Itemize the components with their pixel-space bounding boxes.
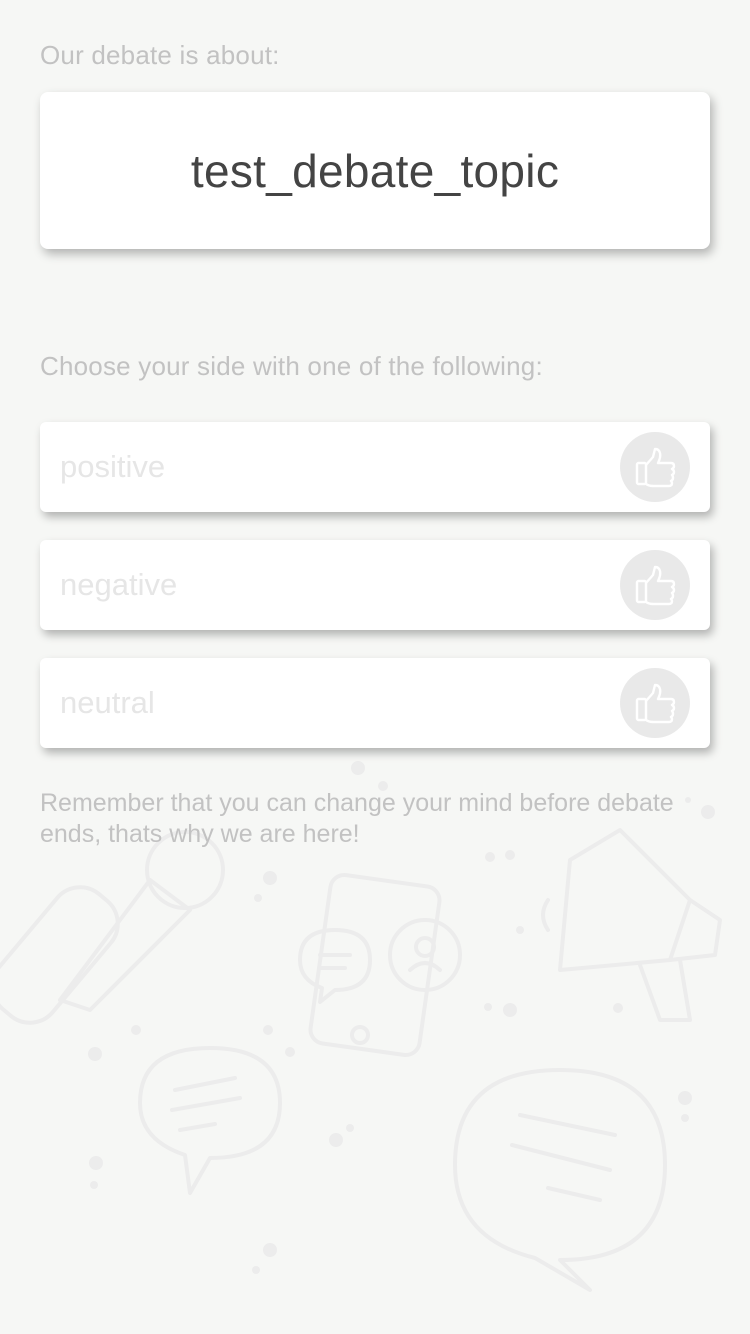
- side-option-label: negative: [60, 567, 178, 602]
- change-mind-note: Remember that you can change your mind b…: [40, 789, 674, 848]
- side-option-positive[interactable]: positive: [40, 422, 710, 512]
- speech-bubble-large-icon: [453, 1068, 667, 1292]
- megaphone-icon: [541, 828, 722, 1022]
- debate-topic: test_debate_topic: [190, 144, 560, 197]
- side-option-label: neutral: [60, 685, 155, 720]
- speech-bubble-icon: [138, 1046, 282, 1195]
- thumbs-up-icon[interactable]: [620, 668, 690, 738]
- side-option-neutral[interactable]: neutral: [40, 658, 710, 748]
- sides-section-label: Choose your side with one of the followi…: [40, 351, 543, 381]
- topic-card: test_debate_topic: [40, 92, 710, 249]
- thumbs-up-icon[interactable]: [620, 432, 690, 502]
- side-option-negative[interactable]: negative: [40, 540, 710, 630]
- side-option-label: positive: [60, 449, 166, 484]
- topic-section-label: Our debate is about:: [40, 40, 280, 70]
- microphone-icon: [0, 830, 225, 1025]
- phone-chat-icon: [298, 872, 462, 1058]
- thumbs-up-icon[interactable]: [620, 550, 690, 620]
